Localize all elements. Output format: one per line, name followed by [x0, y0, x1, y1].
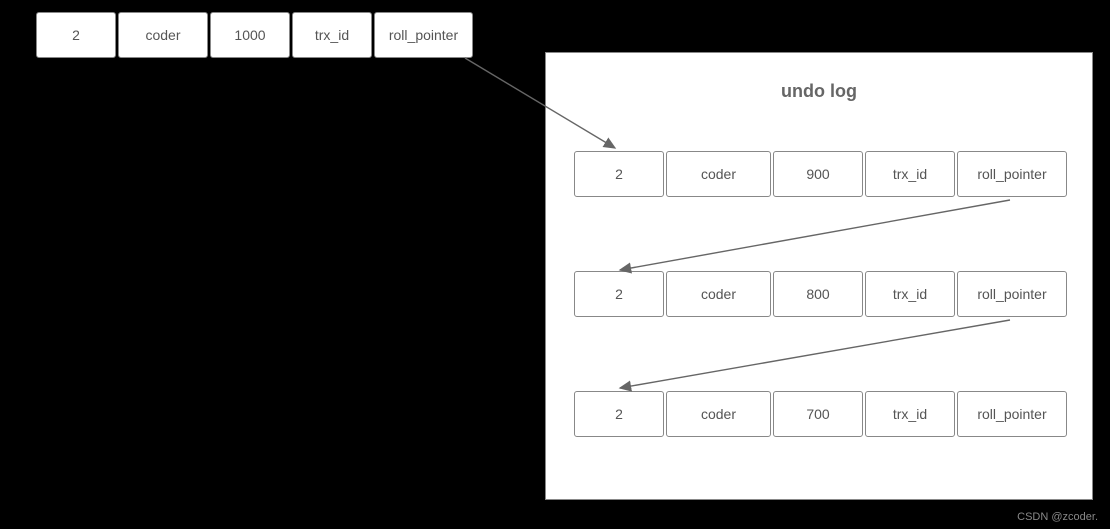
undo-log-row: 2 coder 800 trx_id roll_pointer	[574, 271, 1069, 317]
undo-log-box: undo log 2 coder 900 trx_id roll_pointer…	[545, 52, 1093, 500]
cell-trx-id: trx_id	[865, 391, 955, 437]
cell-name: coder	[666, 391, 771, 437]
cell-roll-pointer: roll_pointer	[374, 12, 473, 58]
cell-value: 1000	[210, 12, 290, 58]
cell-id: 2	[574, 391, 664, 437]
cell-name: coder	[666, 151, 771, 197]
cell-roll-pointer: roll_pointer	[957, 391, 1067, 437]
undo-log-title: undo log	[546, 81, 1092, 102]
cell-trx-id: trx_id	[292, 12, 372, 58]
cell-id: 2	[574, 271, 664, 317]
cell-value: 900	[773, 151, 863, 197]
cell-name: coder	[118, 12, 208, 58]
cell-value: 800	[773, 271, 863, 317]
cell-id: 2	[574, 151, 664, 197]
cell-name: coder	[666, 271, 771, 317]
undo-log-row: 2 coder 900 trx_id roll_pointer	[574, 151, 1069, 197]
cell-id: 2	[36, 12, 116, 58]
undo-log-row: 2 coder 700 trx_id roll_pointer	[574, 391, 1069, 437]
main-record-row: 2 coder 1000 trx_id roll_pointer	[36, 12, 475, 58]
cell-trx-id: trx_id	[865, 271, 955, 317]
cell-value: 700	[773, 391, 863, 437]
cell-roll-pointer: roll_pointer	[957, 271, 1067, 317]
cell-roll-pointer: roll_pointer	[957, 151, 1067, 197]
watermark: CSDN @zcoder.	[1017, 511, 1098, 523]
cell-trx-id: trx_id	[865, 151, 955, 197]
